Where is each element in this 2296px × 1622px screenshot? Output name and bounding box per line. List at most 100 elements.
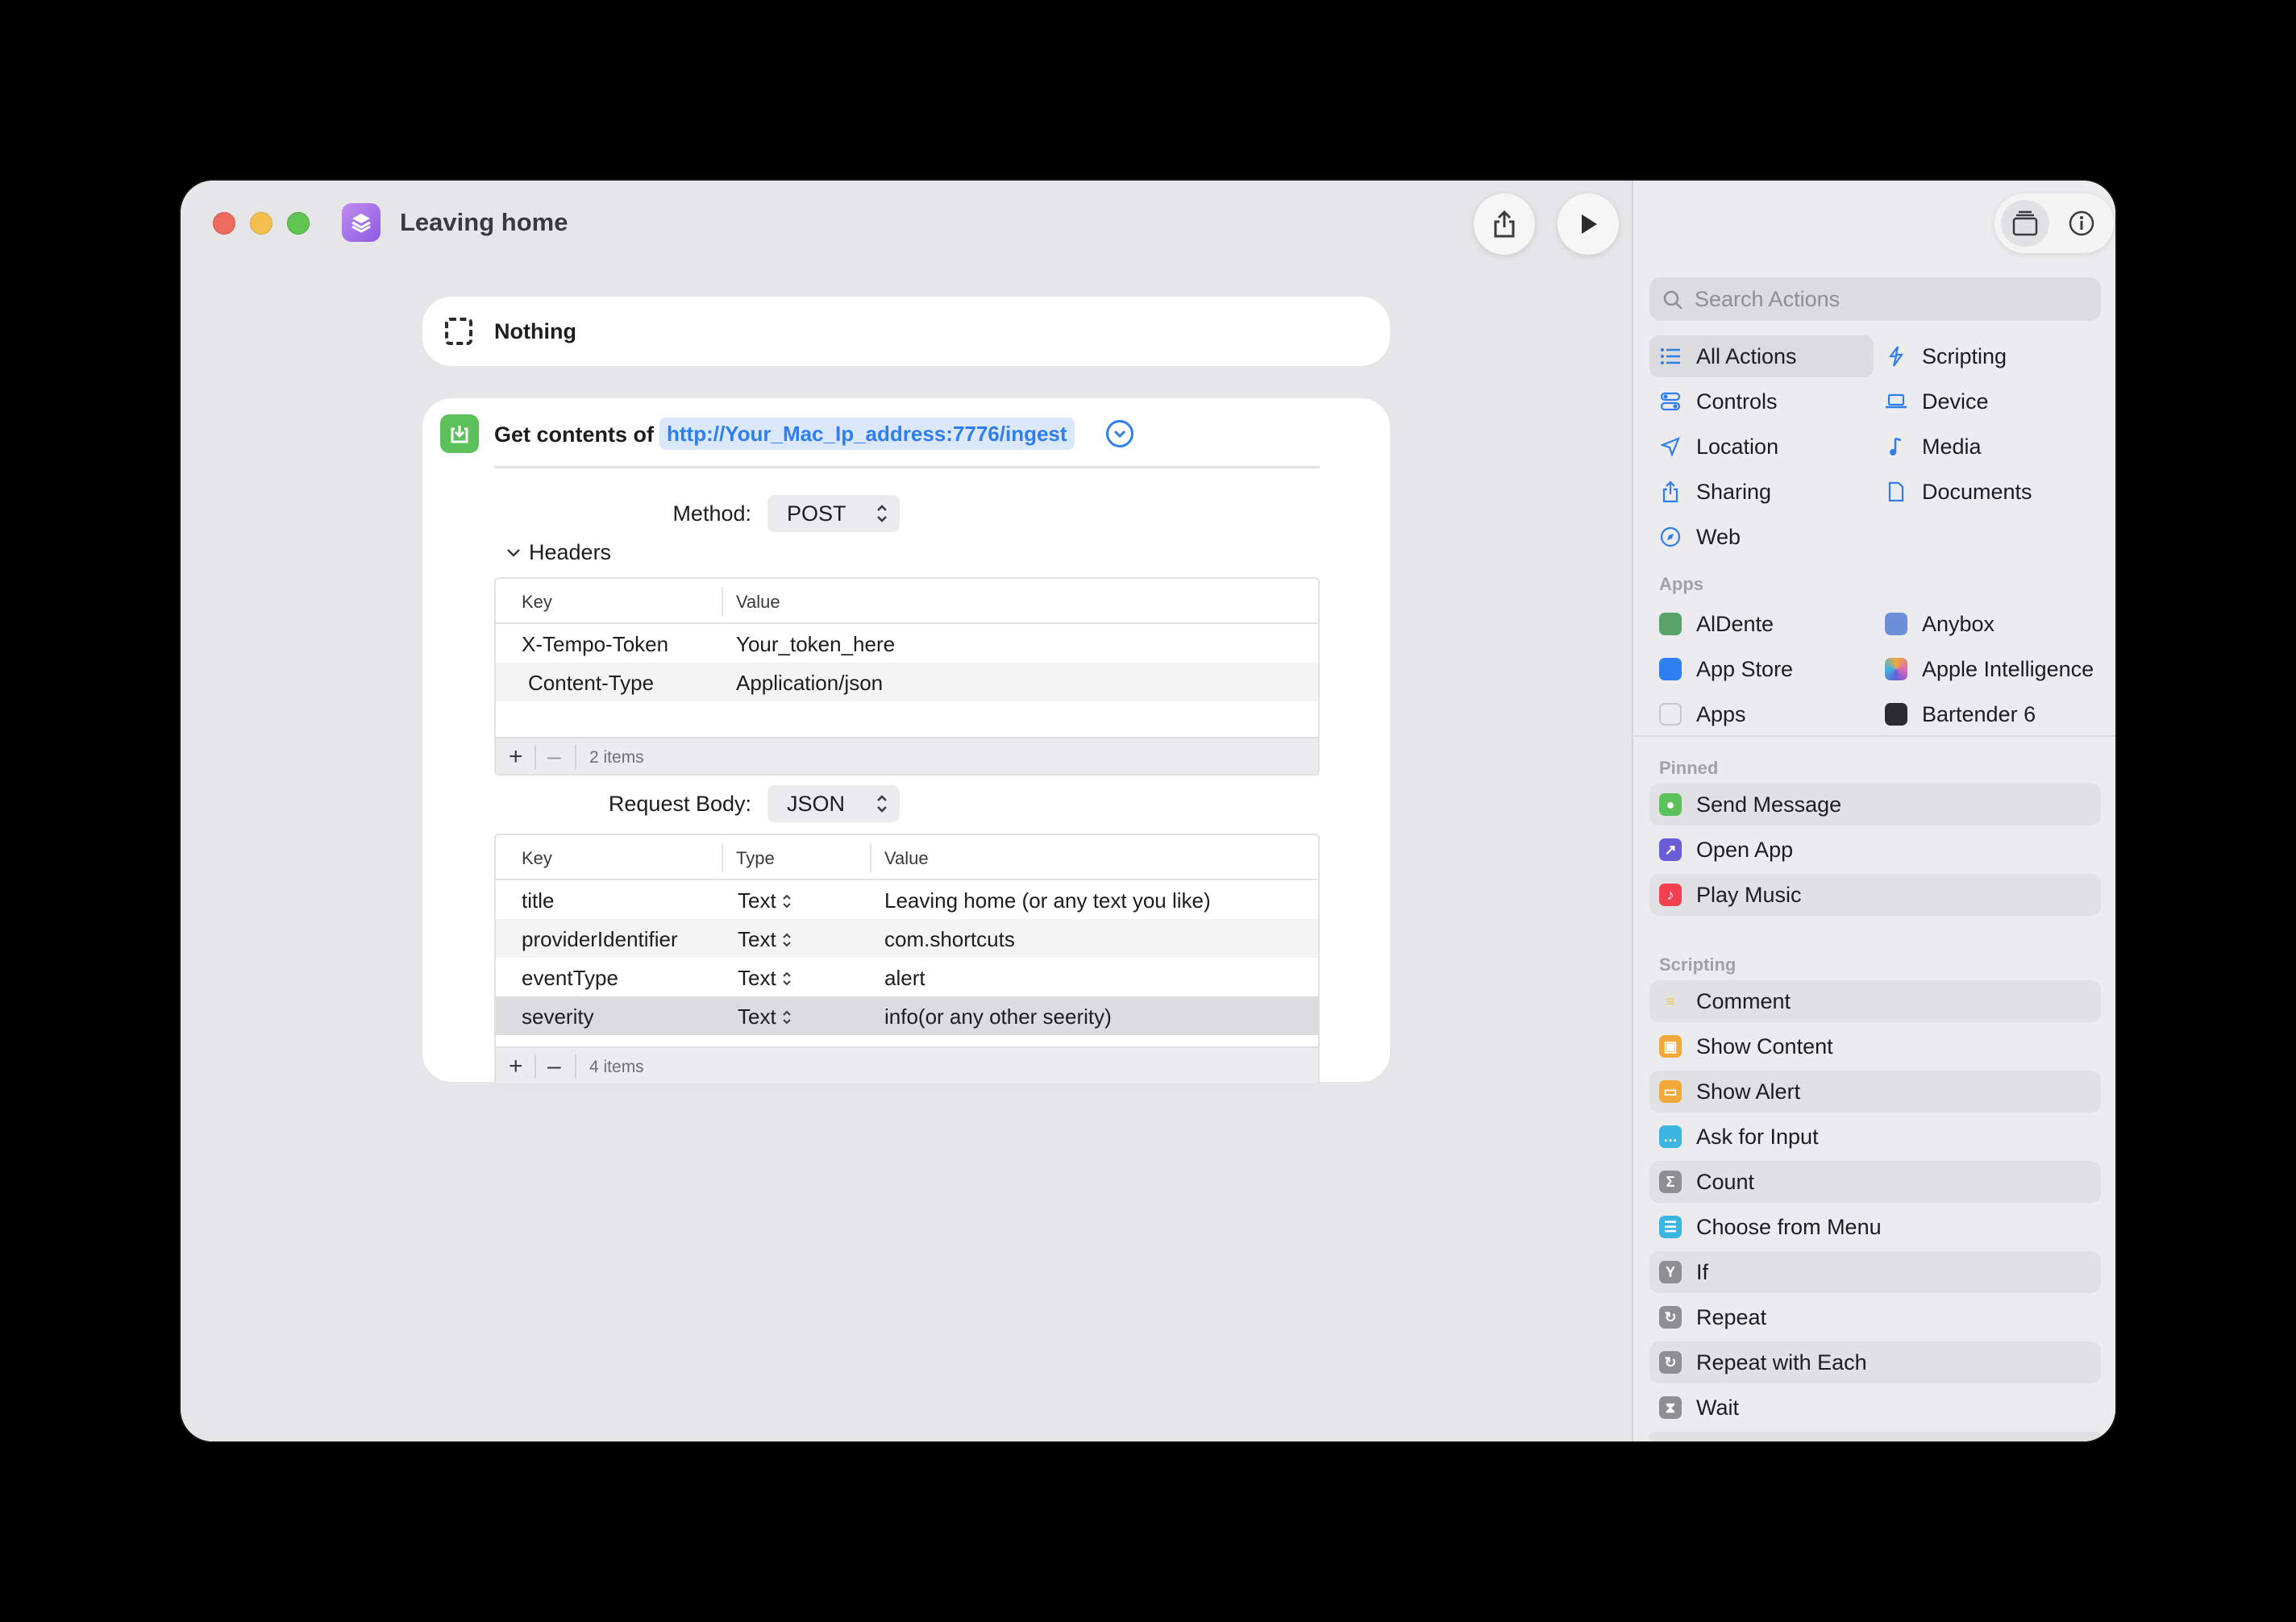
action-show-content[interactable]: ▣ Show Content: [1649, 1025, 2101, 1067]
category-media[interactable]: Media: [1875, 426, 2101, 468]
app-aldente[interactable]: AlDente: [1649, 603, 1874, 645]
method-popup[interactable]: POST: [767, 495, 900, 532]
category-label: Location: [1696, 434, 1779, 459]
row-value[interactable]: com.shortcuts: [884, 927, 1015, 952]
request-body-label: Request Body:: [608, 792, 751, 816]
app-bartender-6[interactable]: Bartender 6: [1875, 693, 2101, 735]
action-label: Repeat with Each: [1696, 1350, 1867, 1375]
row-value[interactable]: Leaving home (or any text you like): [884, 888, 1211, 913]
download-arrow-icon: [440, 414, 479, 453]
share-button[interactable]: [1474, 193, 1535, 255]
action-label: Open App: [1696, 837, 1794, 862]
column-separator[interactable]: [722, 587, 723, 616]
editor-pane: Leaving home Nothing Get contents of htt…: [181, 181, 1632, 1441]
action-choose-from-menu[interactable]: ☰ Choose from Menu: [1649, 1206, 2101, 1248]
app-label: Apple Intelligence: [1922, 656, 2094, 681]
action-if[interactable]: Y If: [1649, 1251, 2101, 1293]
category-device[interactable]: Device: [1875, 381, 2101, 422]
run-button[interactable]: [1558, 193, 1619, 255]
row-key[interactable]: severity: [522, 1004, 594, 1029]
action-send-message[interactable]: ● Send Message: [1649, 784, 2101, 826]
action-play-music[interactable]: ♪ Play Music: [1649, 874, 2101, 916]
controls-icon: [1659, 390, 1682, 413]
action-ask-for-input[interactable]: … Ask for Input: [1649, 1116, 2101, 1158]
action-repeat-with-each[interactable]: ↻ Repeat with Each: [1649, 1341, 2101, 1383]
headers-disclosure[interactable]: Headers: [506, 540, 611, 565]
action-label: Count: [1696, 1169, 1755, 1194]
app-app-store[interactable]: App Store: [1649, 648, 1874, 690]
category-sharing[interactable]: Sharing: [1649, 471, 1874, 513]
category-location[interactable]: Location: [1649, 426, 1874, 468]
remove-row-button[interactable]: –: [547, 743, 561, 771]
category-label: Sharing: [1696, 479, 1772, 504]
url-variable-token[interactable]: http://Your_Mac_Ip_address:7776/ingest: [659, 418, 1075, 450]
method-label: Method:: [672, 501, 751, 526]
row-type-popup[interactable]: Text: [738, 1004, 792, 1029]
category-web[interactable]: Web: [1649, 516, 1874, 558]
action-comment[interactable]: ≡ Comment: [1649, 980, 2101, 1022]
action-count[interactable]: Σ Count: [1649, 1161, 2101, 1203]
table-row-selected[interactable]: severity Text info(or any other seerity): [496, 996, 1318, 1035]
search-input[interactable]: [1695, 277, 2082, 321]
expand-options-chevron-icon[interactable]: [1106, 420, 1133, 447]
nothing-action-card[interactable]: Nothing: [422, 297, 1390, 366]
row-key[interactable]: Content-Type: [528, 671, 654, 696]
row-key[interactable]: eventType: [522, 966, 618, 991]
zoom-window-button[interactable]: [287, 212, 310, 235]
app-store-app-icon: [1659, 658, 1682, 680]
row-value[interactable]: alert: [884, 966, 925, 991]
row-type-popup[interactable]: Text: [738, 927, 792, 952]
category-controls[interactable]: Controls: [1649, 381, 1874, 422]
row-type-popup[interactable]: Text: [738, 966, 792, 991]
row-type-popup[interactable]: Text: [738, 888, 792, 913]
category-documents[interactable]: Documents: [1875, 471, 2101, 513]
close-window-button[interactable]: [213, 212, 235, 235]
table-row[interactable]: X-Tempo-Token Your_token_here: [496, 624, 1318, 663]
get-contents-action-card[interactable]: Get contents of http://Your_Mac_Ip_addre…: [422, 398, 1390, 1085]
request-body-popup[interactable]: JSON: [767, 785, 900, 822]
row-type: Text: [738, 888, 776, 913]
table-row[interactable]: eventType Text alert: [496, 958, 1318, 996]
row-type: Text: [738, 1004, 776, 1029]
music-note-icon: [1885, 435, 1907, 458]
column-value: Value: [736, 592, 780, 612]
search-field[interactable]: [1649, 277, 2101, 321]
table-footer: + – 4 items: [496, 1046, 1318, 1083]
row-value[interactable]: Your_token_here: [736, 632, 895, 657]
app-apps[interactable]: Apps: [1649, 693, 1874, 735]
table-row[interactable]: title Text Leaving home (or any text you…: [496, 880, 1318, 919]
headers-table: Key Value X-Tempo-Token Your_token_here …: [494, 577, 1320, 776]
action-wait[interactable]: ⧗ Wait: [1649, 1387, 2101, 1429]
updown-chevron-icon: [782, 933, 791, 946]
row-value[interactable]: info(or any other seerity): [884, 1004, 1112, 1029]
action-show-alert[interactable]: ▭ Show Alert: [1649, 1071, 2101, 1113]
action-library-tab[interactable]: [2001, 200, 2049, 247]
action-repeat[interactable]: ↻ Repeat: [1649, 1296, 2101, 1338]
shortcut-stack-icon[interactable]: [342, 203, 381, 242]
row-type: Text: [738, 966, 776, 990]
add-row-button[interactable]: +: [509, 743, 523, 771]
window-title[interactable]: Leaving home: [400, 208, 568, 237]
table-row[interactable]: providerIdentifier Text com.shortcuts: [496, 919, 1318, 958]
action-partial-next[interactable]: [1649, 1432, 2101, 1441]
chevron-down-icon: [507, 548, 520, 557]
category-all-actions[interactable]: All Actions: [1649, 335, 1874, 377]
details-tab[interactable]: [2057, 200, 2106, 247]
action-label: Wait: [1696, 1395, 1739, 1420]
row-key[interactable]: providerIdentifier: [522, 927, 678, 952]
category-scripting[interactable]: Scripting: [1875, 335, 2101, 377]
row-key[interactable]: X-Tempo-Token: [522, 632, 668, 657]
updown-chevron-icon: [782, 971, 791, 985]
column-separator[interactable]: [722, 843, 723, 872]
app-anybox[interactable]: Anybox: [1875, 603, 2101, 645]
row-value[interactable]: Application/json: [736, 671, 883, 696]
minimize-window-button[interactable]: [250, 212, 272, 235]
app-apple-intelligence[interactable]: Apple Intelligence: [1875, 648, 2101, 690]
remove-row-button[interactable]: –: [547, 1053, 561, 1080]
action-open-app[interactable]: ↗ Open App: [1649, 829, 2101, 871]
column-separator[interactable]: [870, 843, 871, 872]
add-row-button[interactable]: +: [509, 1053, 523, 1080]
row-key[interactable]: title: [522, 888, 554, 913]
table-row[interactable]: Content-Type Application/json: [496, 663, 1318, 701]
table-header: Key Value: [496, 579, 1318, 624]
